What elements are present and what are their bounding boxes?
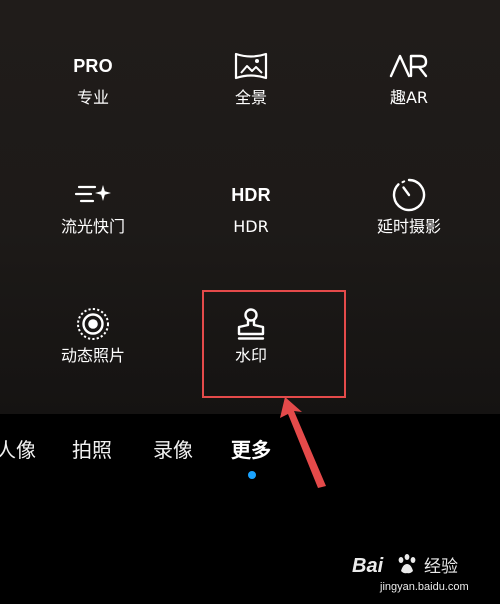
moving-picture-icon [63, 304, 123, 344]
tab-video[interactable]: 录像 [153, 438, 193, 462]
tab-more[interactable]: 更多 [231, 438, 271, 462]
mode-hdr[interactable]: HDR HDR [186, 175, 316, 285]
camera-app: PRO 专业 全景 趣AR 流光快门 HDR HDR 延时摄影 动态照片 水印 … [0, 0, 500, 604]
active-tab-indicator [248, 471, 256, 479]
mode-ar[interactable]: 趣AR [344, 46, 474, 156]
tab-photo[interactable]: 拍照 [72, 438, 112, 462]
panorama-icon [221, 46, 281, 86]
light-painting-icon [63, 175, 123, 215]
baidu-jingyan-watermark: Bai 经验 jingyan.baidu.com [352, 550, 472, 598]
mode-time-lapse[interactable]: 延时摄影 [344, 175, 474, 285]
watermark-url: jingyan.baidu.com [380, 581, 469, 593]
mode-grid: PRO 专业 全景 趣AR 流光快门 HDR HDR 延时摄影 动态照片 水印 [0, 0, 500, 414]
mode-label: 延时摄影 [376, 217, 441, 236]
watermark-brand: Bai [352, 555, 384, 577]
time-lapse-icon [379, 175, 439, 215]
watermark-stamp-icon [221, 304, 281, 344]
mode-label: 动态照片 [60, 346, 125, 365]
mode-pro[interactable]: PRO 专业 [28, 46, 158, 156]
mode-label: HDR [233, 217, 269, 236]
mode-label: 趣AR [389, 88, 429, 107]
mode-panorama[interactable]: 全景 [186, 46, 316, 156]
mode-label: 全景 [234, 88, 267, 107]
mode-light-painting[interactable]: 流光快门 [28, 175, 158, 285]
mode-label: 专业 [76, 88, 109, 107]
mode-moving-picture[interactable]: 动态照片 [28, 304, 158, 414]
hdr-text-icon: HDR [231, 185, 271, 205]
pro-text-icon: PRO [73, 56, 113, 76]
paw-icon [398, 554, 416, 574]
mode-watermark[interactable]: 水印 [186, 304, 316, 414]
ar-icon [379, 46, 439, 86]
watermark-brand-suffix: 经验 [424, 557, 458, 577]
mode-label: 流光快门 [60, 217, 125, 236]
tab-portrait[interactable]: 人像 [0, 438, 36, 462]
mode-label: 水印 [234, 346, 267, 365]
